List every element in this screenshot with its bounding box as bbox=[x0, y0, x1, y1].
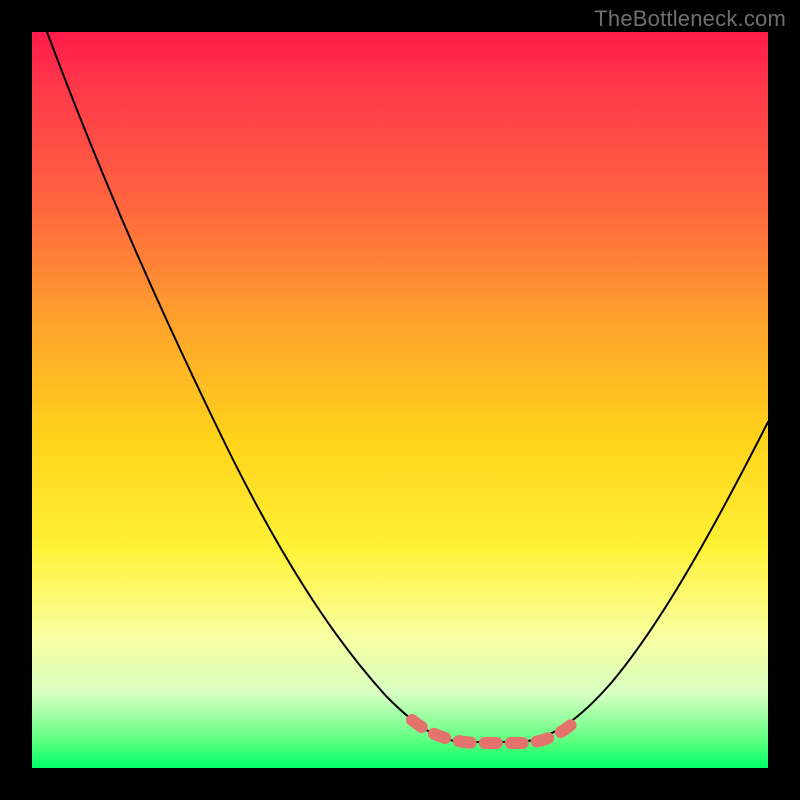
chart-svg bbox=[32, 32, 768, 768]
bottleneck-curve bbox=[47, 32, 768, 742]
plot-area bbox=[32, 32, 768, 768]
chart-frame: TheBottleneck.com bbox=[0, 0, 800, 800]
valley-marker bbox=[412, 720, 572, 743]
watermark-text: TheBottleneck.com bbox=[594, 6, 786, 32]
